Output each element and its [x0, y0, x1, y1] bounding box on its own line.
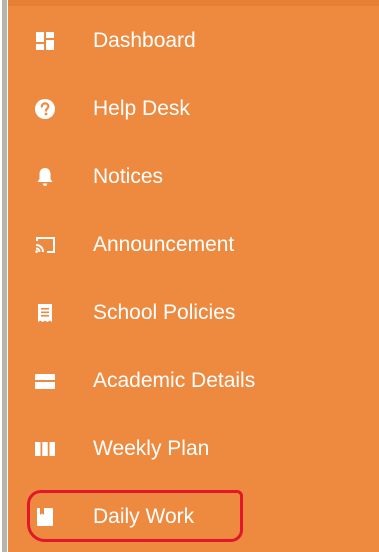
- sidebar-item-announcement[interactable]: Announcement: [8, 217, 379, 273]
- bookmark-book-icon: [34, 506, 56, 528]
- sidebar-item-label: Academic Details: [93, 369, 256, 392]
- document-list-icon: [34, 302, 56, 324]
- sidebar-item-dashboard[interactable]: Dashboard: [8, 13, 379, 69]
- sidebar-item-label: Help Desk: [93, 97, 190, 120]
- sidebar-item-label: School Policies: [93, 301, 236, 324]
- sidebar-top-strip: [8, 0, 379, 6]
- scroll-edge-bar: [2, 0, 7, 552]
- sidebar-item-school-policies[interactable]: School Policies: [8, 285, 379, 341]
- id-card-icon: [34, 370, 56, 392]
- sidebar-item-academic-details[interactable]: Academic Details: [8, 353, 379, 409]
- left-edge: [0, 0, 8, 552]
- app-frame: Dashboard Help Desk Notices Announcement…: [0, 0, 379, 552]
- sidebar-item-notices[interactable]: Notices: [8, 149, 379, 205]
- sidebar: Dashboard Help Desk Notices Announcement…: [8, 0, 379, 552]
- dashboard-icon: [34, 30, 56, 52]
- sidebar-item-label: Announcement: [93, 233, 235, 256]
- sidebar-item-label: Dashboard: [93, 29, 196, 52]
- columns-icon: [34, 438, 56, 460]
- cast-icon: [34, 234, 56, 256]
- question-circle-icon: [34, 98, 56, 120]
- sidebar-item-weekly-plan[interactable]: Weekly Plan: [8, 421, 379, 477]
- sidebar-item-label: Notices: [93, 165, 164, 188]
- sidebar-item-label: Daily Work: [93, 505, 195, 528]
- sidebar-item-help-desk[interactable]: Help Desk: [8, 81, 379, 137]
- bell-icon: [34, 166, 56, 188]
- sidebar-item-daily-work[interactable]: Daily Work: [8, 489, 379, 545]
- sidebar-item-label: Weekly Plan: [93, 437, 210, 460]
